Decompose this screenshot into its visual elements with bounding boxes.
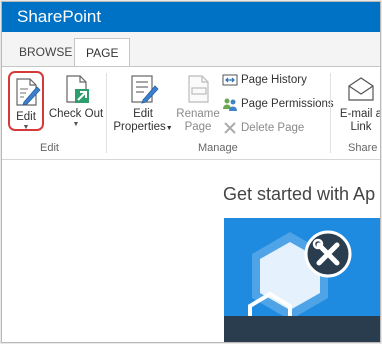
people-icon (223, 98, 237, 111)
delete-page-button[interactable]: Delete Page (222, 119, 304, 139)
edit-group-label: Edit (40, 142, 59, 154)
chevron-down-icon: ▼ (72, 121, 80, 128)
edit-properties-label-2: Properties (113, 121, 166, 133)
page-history-icon (222, 74, 238, 86)
rename-label-1: Rename (176, 108, 220, 120)
app-title[interactable]: SharePoint (17, 7, 101, 27)
rename-page-icon (188, 75, 209, 103)
ribbon: Edit ▼ Check Out ▼ Edit Edit Properties▼… (2, 66, 380, 160)
email-link-button[interactable]: E-mail a Link (336, 73, 381, 134)
chevron-down-icon: ▼ (165, 125, 173, 132)
check-out-button[interactable]: Check Out ▼ (48, 73, 104, 129)
check-out-label: Check Out (48, 108, 104, 120)
check-out-icon (66, 75, 89, 103)
tile-footer-band (224, 316, 380, 342)
edit-properties-label-1: Edit (133, 108, 153, 120)
edit-page-icon (16, 78, 41, 106)
ribbon-tabs: BROWSE PAGE (2, 32, 380, 68)
sharepoint-window: SharePoint BROWSE PAGE Edit ▼ Check Out … (1, 1, 381, 343)
tab-page[interactable]: PAGE (74, 38, 131, 68)
page-history-button[interactable]: Page History (222, 71, 307, 91)
delete-page-label: Delete Page (241, 122, 305, 134)
edit-button-label: Edit (16, 111, 36, 123)
email-link-label-2: Link (350, 121, 372, 133)
email-link-label-1: E-mail a (339, 108, 381, 120)
share-group-label: Share (348, 142, 378, 154)
group-divider (106, 73, 107, 153)
main-content: Get started with Ap (2, 160, 380, 342)
page-permissions-label: Page Permissions (241, 98, 334, 110)
tab-browse[interactable]: BROWSE (8, 38, 83, 67)
envelope-icon (348, 77, 374, 101)
edit-properties-button[interactable]: Edit Properties▼ (112, 73, 174, 135)
rename-page-button[interactable]: Rename Page (176, 73, 220, 134)
page-permissions-button[interactable]: Page Permissions (222, 95, 334, 115)
edit-properties-icon (131, 75, 159, 104)
rename-label-2: Page (184, 121, 212, 133)
get-started-tile[interactable] (224, 218, 380, 342)
get-started-heading: Get started with Ap (223, 184, 376, 204)
delete-icon (224, 122, 236, 134)
group-divider (330, 73, 331, 153)
suite-bar: SharePoint (2, 2, 380, 32)
page-history-label: Page History (241, 74, 307, 86)
chevron-down-icon: ▼ (22, 124, 30, 131)
manage-group-label: Manage (198, 142, 238, 154)
edit-button[interactable]: Edit ▼ (8, 71, 44, 131)
